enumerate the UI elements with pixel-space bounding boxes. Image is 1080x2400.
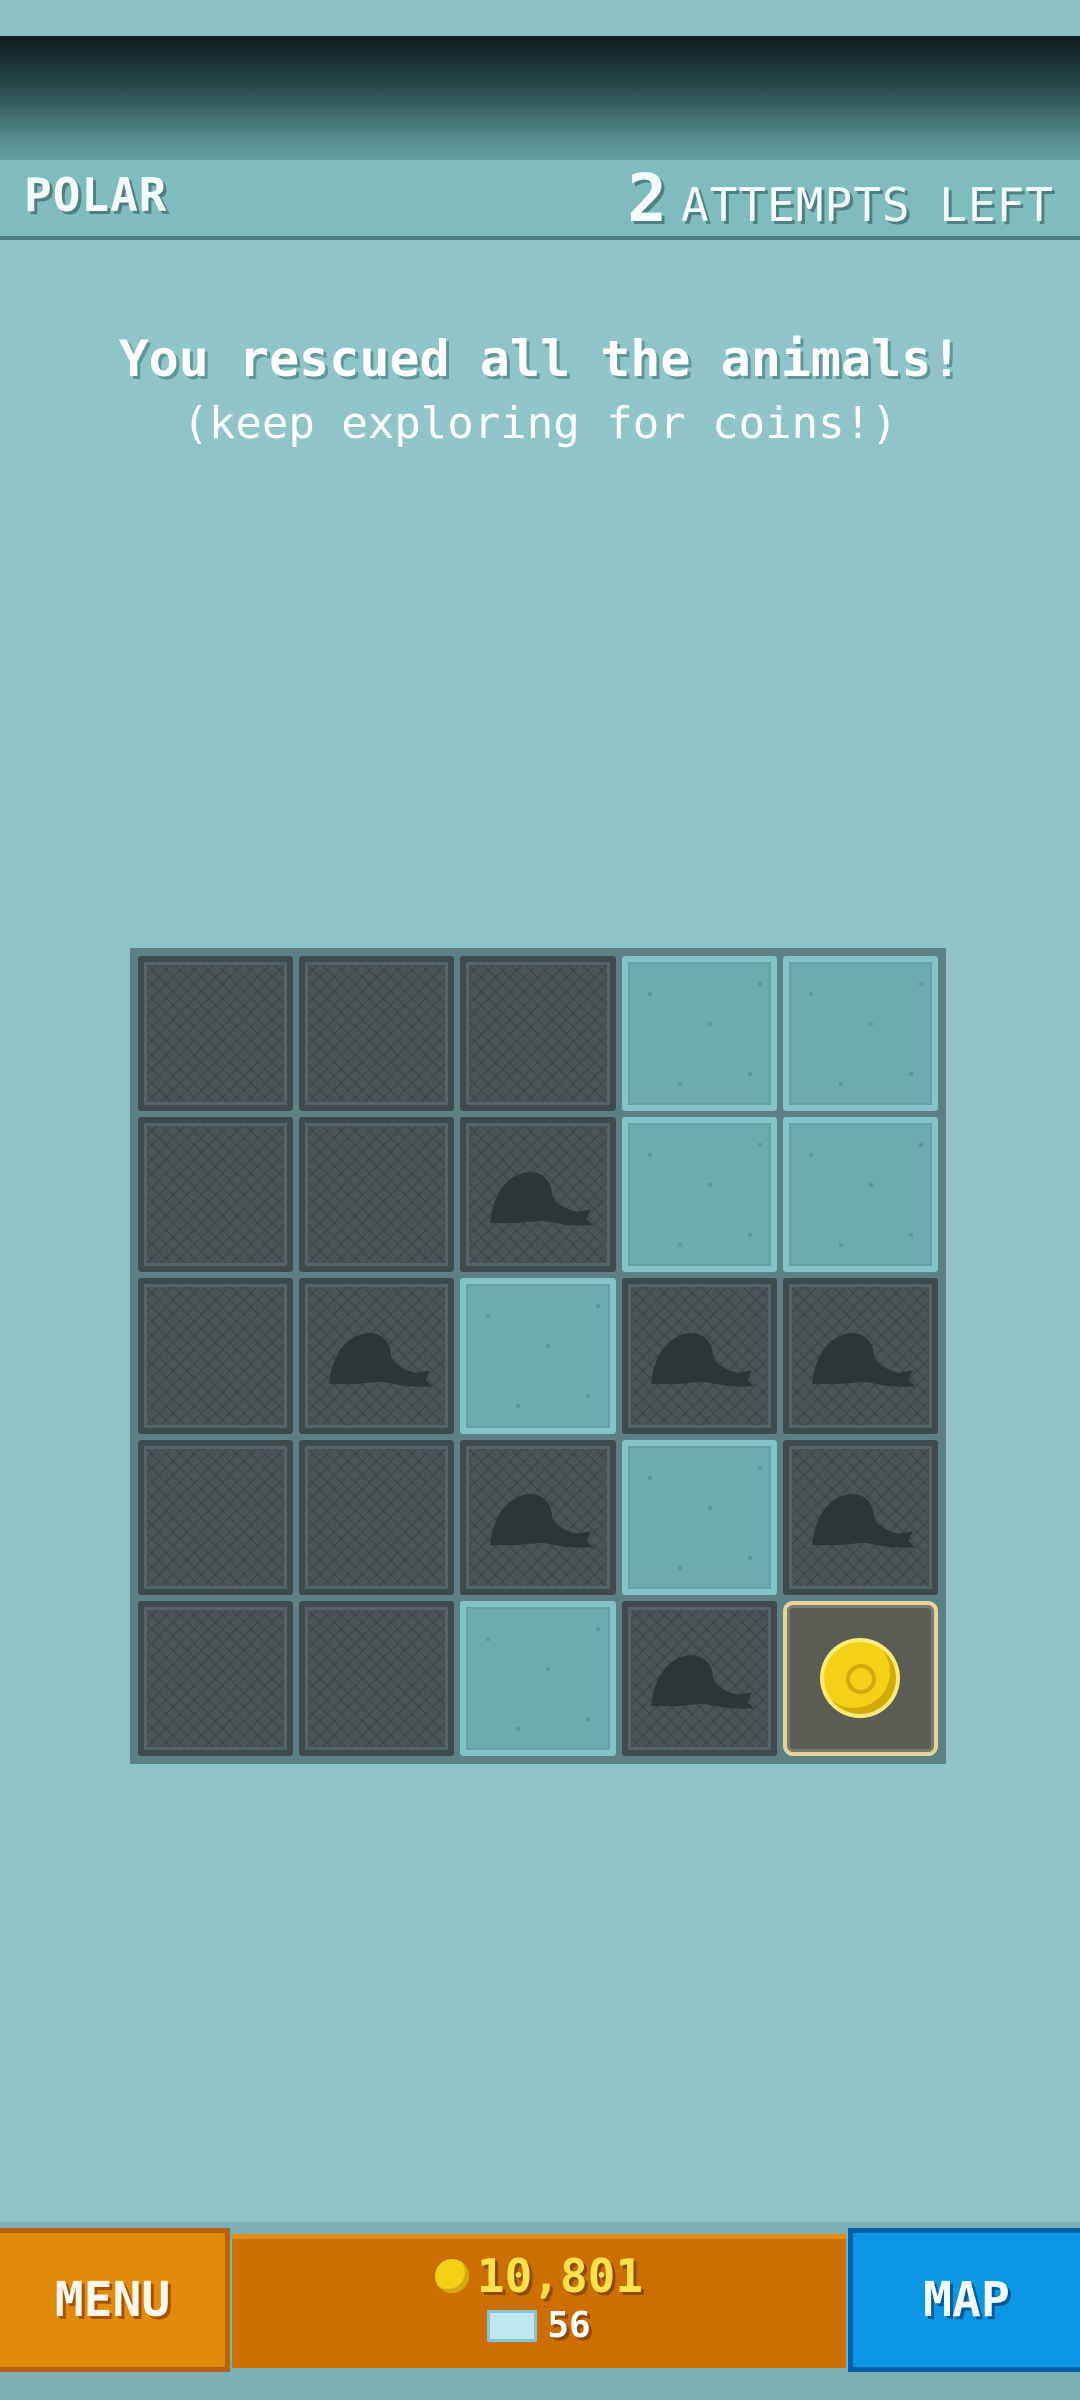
ice-tile[interactable] [460, 1600, 616, 1756]
rescue-submessage: (keep exploring for coins!) [182, 398, 898, 449]
seal-tile[interactable] [460, 1117, 616, 1273]
gem-count: 56 [547, 2305, 591, 2346]
seal-tile[interactable] [621, 1600, 777, 1756]
ice-tile[interactable] [621, 1439, 777, 1595]
seal-silhouette-icon [651, 1655, 755, 1709]
seal-silhouette-icon [651, 1332, 755, 1387]
unexplored-tile[interactable] [138, 1117, 294, 1273]
ice-tile[interactable] [621, 1117, 777, 1273]
ticket-icon [487, 2309, 538, 2342]
unexplored-tile[interactable] [138, 1278, 294, 1434]
gem-balance: 56 [232, 2305, 846, 2346]
ice-tile[interactable] [460, 1278, 616, 1434]
attempts-count: 2 [627, 160, 667, 237]
unexplored-tile[interactable] [299, 956, 455, 1112]
ice-tile[interactable] [782, 1117, 938, 1273]
seal-tile[interactable] [782, 1439, 938, 1595]
seal-silhouette-icon [489, 1494, 593, 1548]
coin-icon [434, 2259, 469, 2293]
gold-coin-icon [824, 1642, 897, 1715]
coin-tile[interactable] [782, 1600, 938, 1756]
seal-tile[interactable] [782, 1278, 938, 1434]
status-bar [0, 0, 1080, 36]
map-button[interactable]: MAP [848, 2228, 1080, 2372]
coin-balance: 10,801 [232, 2249, 846, 2303]
coin-count: 10,801 [476, 2249, 644, 2303]
unexplored-tile[interactable] [138, 956, 294, 1112]
attempts-label: ATTEMPTS LEFT [680, 178, 1054, 232]
menu-button[interactable]: MENU [0, 2228, 230, 2372]
ice-tile[interactable] [782, 956, 938, 1112]
ice-tile[interactable] [621, 956, 777, 1112]
level-name: POLAR [24, 168, 168, 222]
unexplored-tile[interactable] [138, 1439, 294, 1595]
rescue-message: You rescued all the animals! [118, 330, 962, 388]
unexplored-tile[interactable] [460, 956, 616, 1112]
unexplored-tile[interactable] [299, 1117, 455, 1273]
attempts-indicator: 2 ATTEMPTS LEFT [627, 160, 1054, 237]
seal-tile[interactable] [460, 1439, 616, 1595]
seal-tile[interactable] [299, 1278, 455, 1434]
game-board [130, 948, 946, 1764]
unexplored-tile[interactable] [299, 1600, 455, 1756]
unexplored-tile[interactable] [138, 1600, 294, 1756]
unexplored-tile[interactable] [299, 1439, 455, 1595]
seal-silhouette-icon [812, 1332, 916, 1387]
seal-silhouette-icon [328, 1332, 432, 1387]
seal-tile[interactable] [621, 1278, 777, 1434]
seal-silhouette-icon [812, 1494, 916, 1548]
wallet-panel: 10,801 56 [232, 2234, 846, 2368]
seal-silhouette-icon [489, 1171, 593, 1226]
